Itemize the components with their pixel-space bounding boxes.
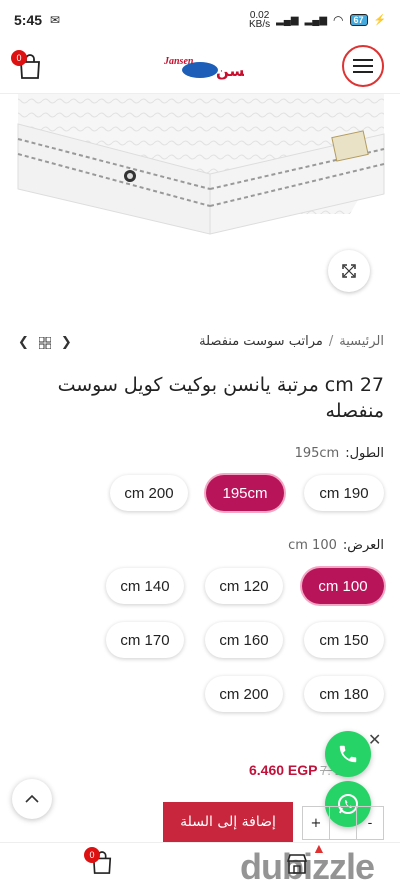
- gmail-icon: ✉: [50, 13, 61, 27]
- width-label-row: العرض: cm 100: [288, 538, 384, 553]
- qty-minus-button[interactable]: -: [357, 807, 383, 839]
- breadcrumb-home[interactable]: الرئيسية: [339, 334, 384, 349]
- site-header: 0 Jansen يانسن: [0, 40, 400, 94]
- wifi-icon: ◠: [333, 13, 344, 27]
- site-logo[interactable]: Jansen يانسن: [160, 50, 262, 84]
- width-option-160[interactable]: cm 160: [205, 622, 283, 658]
- qty-plus-button[interactable]: +: [303, 807, 330, 839]
- quantity-stepper: + -: [302, 806, 384, 840]
- watermark-text: dubizzle: [240, 846, 375, 887]
- grid-icon[interactable]: [38, 336, 51, 349]
- net-speed: 0.02 KB/s: [248, 10, 271, 30]
- width-option-120[interactable]: cm 120: [205, 568, 283, 604]
- phone-icon: [339, 745, 357, 763]
- watermark: ▲ dubizzle: [240, 840, 375, 888]
- product-nav: ❮ ❯: [18, 335, 72, 350]
- next-product-icon[interactable]: ❯: [61, 335, 72, 350]
- svg-text:يانسن: يانسن: [216, 62, 244, 80]
- status-bar: 5:45 ✉ 0.02 KB/s ▂▄▆ ▂▄▆ ◠ 67 ⚡: [0, 0, 400, 40]
- bottom-cart-button[interactable]: 0: [84, 847, 113, 875]
- signal-icon: ▂▄▆: [276, 14, 299, 26]
- product-price: 6.460 EGP: [249, 762, 318, 778]
- breadcrumb-category[interactable]: مراتب سوست منفصلة: [199, 334, 323, 349]
- charging-icon: ⚡: [373, 14, 386, 26]
- status-right: 0.02 KB/s ▂▄▆ ▂▄▆ ◠ 67 ⚡: [248, 10, 386, 30]
- breadcrumb-separator: /: [328, 334, 334, 349]
- product-image-gallery[interactable]: [0, 94, 400, 310]
- length-selected-value: 195cm: [294, 446, 340, 461]
- chevron-up-icon: [25, 794, 39, 803]
- qty-input[interactable]: [330, 807, 357, 839]
- width-label: العرض:: [342, 538, 384, 553]
- cart-count-badge: 0: [11, 50, 27, 66]
- bottom-cart-count-badge: 0: [84, 847, 100, 863]
- cart-button[interactable]: 0: [11, 50, 42, 80]
- svg-text:Jansen: Jansen: [163, 56, 194, 67]
- width-option-180[interactable]: cm 180: [304, 676, 384, 712]
- width-option-150[interactable]: cm 150: [304, 622, 384, 658]
- breadcrumb: الرئيسية / مراتب سوست منفصلة: [199, 334, 384, 349]
- menu-button[interactable]: [342, 45, 384, 87]
- length-label-row: الطول: 195cm: [295, 446, 384, 461]
- scroll-to-top-button[interactable]: [12, 779, 52, 819]
- watermark-flame-icon: ▲: [312, 840, 326, 856]
- length-option-200[interactable]: cm 200: [110, 475, 188, 511]
- width-option-140[interactable]: cm 140: [106, 568, 184, 604]
- signal-icon-2: ▂▄▆: [304, 14, 328, 26]
- width-option-170[interactable]: cm 170: [106, 622, 184, 658]
- length-label: الطول:: [345, 446, 384, 461]
- add-to-cart-button[interactable]: إضافة إلى السلة: [163, 802, 293, 842]
- length-option-195[interactable]: 195cm: [206, 475, 284, 511]
- product-title: 27 cm مرتبة يانسن بوكيت كويل سوست منفصله: [57, 374, 384, 422]
- call-button[interactable]: [325, 731, 371, 777]
- width-selected-value: cm 100: [288, 538, 337, 553]
- zoom-button[interactable]: [328, 250, 370, 292]
- hamburger-icon: [353, 59, 373, 73]
- prev-product-icon[interactable]: ❮: [18, 335, 29, 350]
- battery-icon: 67: [349, 14, 368, 26]
- clear-selection-icon[interactable]: ✕: [368, 730, 381, 749]
- length-option-190[interactable]: cm 190: [304, 475, 384, 511]
- width-option-100[interactable]: cm 100: [302, 568, 384, 604]
- width-option-200[interactable]: cm 200: [205, 676, 283, 712]
- status-time: 5:45: [14, 12, 43, 28]
- expand-icon: [342, 264, 356, 278]
